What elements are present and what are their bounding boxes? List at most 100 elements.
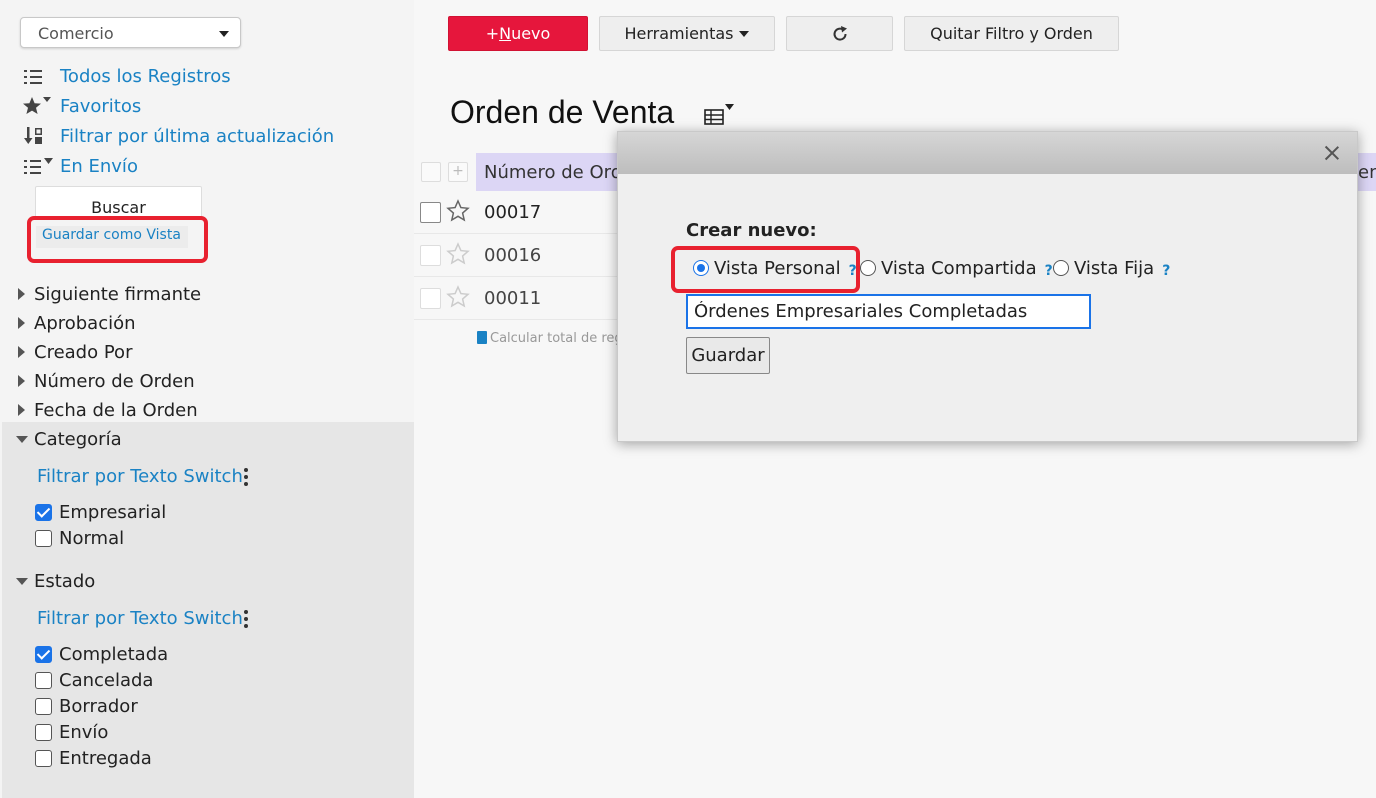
page-title: Orden de Venta xyxy=(450,94,675,130)
tree-item-next-signer[interactable]: Siguiente firmante xyxy=(18,282,201,306)
refresh-button[interactable] xyxy=(786,16,893,51)
tree-item-label: Aprobación xyxy=(34,312,136,334)
tools-dropdown-button[interactable]: Herramientas xyxy=(599,16,775,51)
checkbox-label: Empresarial xyxy=(59,501,167,523)
tree-item-approval[interactable]: Aprobación xyxy=(18,311,136,335)
star-outline-icon[interactable] xyxy=(446,285,470,309)
nav-all-records[interactable]: Todos los Registros xyxy=(22,63,231,89)
checkbox-borrador[interactable]: Borrador xyxy=(35,694,138,718)
checkbox-envio[interactable]: Envío xyxy=(35,720,108,744)
new-button-rest: uevo xyxy=(511,24,551,43)
nav-favorites-label: Favoritos xyxy=(60,95,142,117)
help-icon[interactable]: ? xyxy=(849,263,857,279)
facet-category-label: Categoría xyxy=(34,428,122,450)
checkbox-checked-icon xyxy=(35,503,52,521)
radio-label: Vista Personal xyxy=(714,257,841,279)
radio-label: Vista Fija xyxy=(1074,257,1155,279)
view-name-input[interactable] xyxy=(686,294,1091,329)
checkbox-empty-icon xyxy=(35,671,52,689)
checkbox-label: Completada xyxy=(59,643,169,665)
checkbox-label: Normal xyxy=(59,527,125,549)
checkbox-empty-icon xyxy=(35,697,52,715)
checkbox-label: Borrador xyxy=(59,695,138,717)
calculate-total-link[interactable]: Calcular total de registros xyxy=(477,331,617,346)
radio-personal-view[interactable]: Vista Personal ? xyxy=(693,256,857,280)
nav-last-updated-label: Filtrar por última actualización xyxy=(60,125,335,147)
checkbox-checked-icon xyxy=(35,645,52,663)
checkbox-label: Entregada xyxy=(59,747,152,769)
expand-arrow-icon xyxy=(18,288,25,300)
calculate-total-label: Calcular total de registros xyxy=(490,331,617,346)
star-outline-icon[interactable] xyxy=(446,242,470,266)
checkbox-empresarial[interactable]: Empresarial xyxy=(35,500,166,524)
checkbox-completada[interactable]: Completada xyxy=(35,642,168,666)
help-icon[interactable]: ? xyxy=(1045,263,1053,279)
facet-status-toggle[interactable]: Estado xyxy=(16,569,95,593)
checkbox-normal[interactable]: Normal xyxy=(35,526,124,550)
tree-item-label: Creado Por xyxy=(34,341,133,363)
nav-in-shipping[interactable]: En Envío xyxy=(22,153,138,179)
radio-empty-icon xyxy=(860,260,876,276)
new-button-prefix: + xyxy=(485,24,500,43)
row-order-number: 00016 xyxy=(484,245,542,266)
checkbox-label: Cancelada xyxy=(59,669,154,691)
star-outline-icon[interactable] xyxy=(446,199,470,223)
nav-in-shipping-label: En Envío xyxy=(60,155,138,177)
row-order-number: 00017 xyxy=(484,202,542,223)
radio-selected-icon xyxy=(693,260,709,276)
row-checkbox[interactable] xyxy=(420,202,441,223)
tree-item-label: Siguiente firmante xyxy=(34,283,202,305)
checkbox-empty-icon xyxy=(35,723,52,741)
kebab-menu-icon[interactable] xyxy=(244,610,248,628)
tree-item-created-by[interactable]: Creado Por xyxy=(18,340,132,364)
caret-down-icon xyxy=(739,30,750,37)
checkbox-label: Envío xyxy=(59,721,109,743)
checkbox-empty-icon xyxy=(35,749,52,767)
column-header-partial: en xyxy=(1358,162,1376,183)
filter-text-switch-status[interactable]: Filtrar por Texto Switch xyxy=(37,608,243,629)
sidebar: Comercio Todos los Registros Favoritos F… xyxy=(0,0,414,798)
nav-last-updated[interactable]: Filtrar por última actualización xyxy=(22,123,334,149)
kebab-menu-icon[interactable] xyxy=(244,468,248,486)
select-all-checkbox[interactable] xyxy=(421,162,441,182)
save-as-view-link[interactable]: Guardar como Vista xyxy=(36,226,188,248)
checkbox-cancelada[interactable]: Cancelada xyxy=(35,668,153,692)
caret-down-icon xyxy=(219,31,229,37)
table-view-icon[interactable] xyxy=(704,104,734,126)
row-checkbox[interactable] xyxy=(420,288,441,309)
new-record-button[interactable]: + Nuevo xyxy=(448,16,588,51)
close-icon[interactable] xyxy=(1323,144,1341,162)
clear-filter-sort-button[interactable]: Quitar Filtro y Orden xyxy=(904,16,1119,51)
facet-category-toggle[interactable]: Categoría xyxy=(16,427,122,451)
row-checkbox[interactable] xyxy=(420,245,441,266)
radio-fixed-view[interactable]: Vista Fija ? xyxy=(1053,256,1170,280)
filter-text-switch-category[interactable]: Filtrar por Texto Switch xyxy=(37,466,243,487)
star-filter-icon xyxy=(22,95,60,117)
tree-item-order-date[interactable]: Fecha de la Orden xyxy=(18,398,198,422)
tools-label: Herramientas xyxy=(624,24,734,43)
expand-arrow-icon xyxy=(18,317,25,329)
create-view-dialog: Crear nuevo: Vista Personal ? Vista Comp… xyxy=(617,131,1358,442)
radio-empty-icon xyxy=(1053,260,1069,276)
list-icon xyxy=(22,65,60,87)
tree-item-label: Número de Orden xyxy=(34,370,195,392)
checkbox-entregada[interactable]: Entregada xyxy=(35,746,152,770)
app-select[interactable]: Comercio xyxy=(20,17,241,48)
list-filter-icon xyxy=(22,155,60,177)
save-button[interactable]: Guardar xyxy=(686,337,770,374)
help-icon[interactable]: ? xyxy=(1162,263,1170,279)
nav-favorites[interactable]: Favoritos xyxy=(22,93,141,119)
sort-updated-icon xyxy=(22,125,60,147)
nav-all-records-label: Todos los Registros xyxy=(60,65,231,87)
search-button[interactable]: Buscar xyxy=(35,186,202,220)
refresh-icon xyxy=(833,25,847,41)
new-button-mnemonic: N xyxy=(499,24,512,43)
app-select-value: Comercio xyxy=(38,24,114,43)
radio-shared-view[interactable]: Vista Compartida ? xyxy=(860,256,1053,280)
row-order-number: 00011 xyxy=(484,288,542,309)
add-column-button[interactable]: + xyxy=(448,162,468,182)
tree-item-order-number[interactable]: Número de Orden xyxy=(18,369,195,393)
dialog-title: Crear nuevo: xyxy=(686,220,817,241)
expand-arrow-icon xyxy=(18,346,25,358)
expand-arrow-icon xyxy=(18,375,25,387)
